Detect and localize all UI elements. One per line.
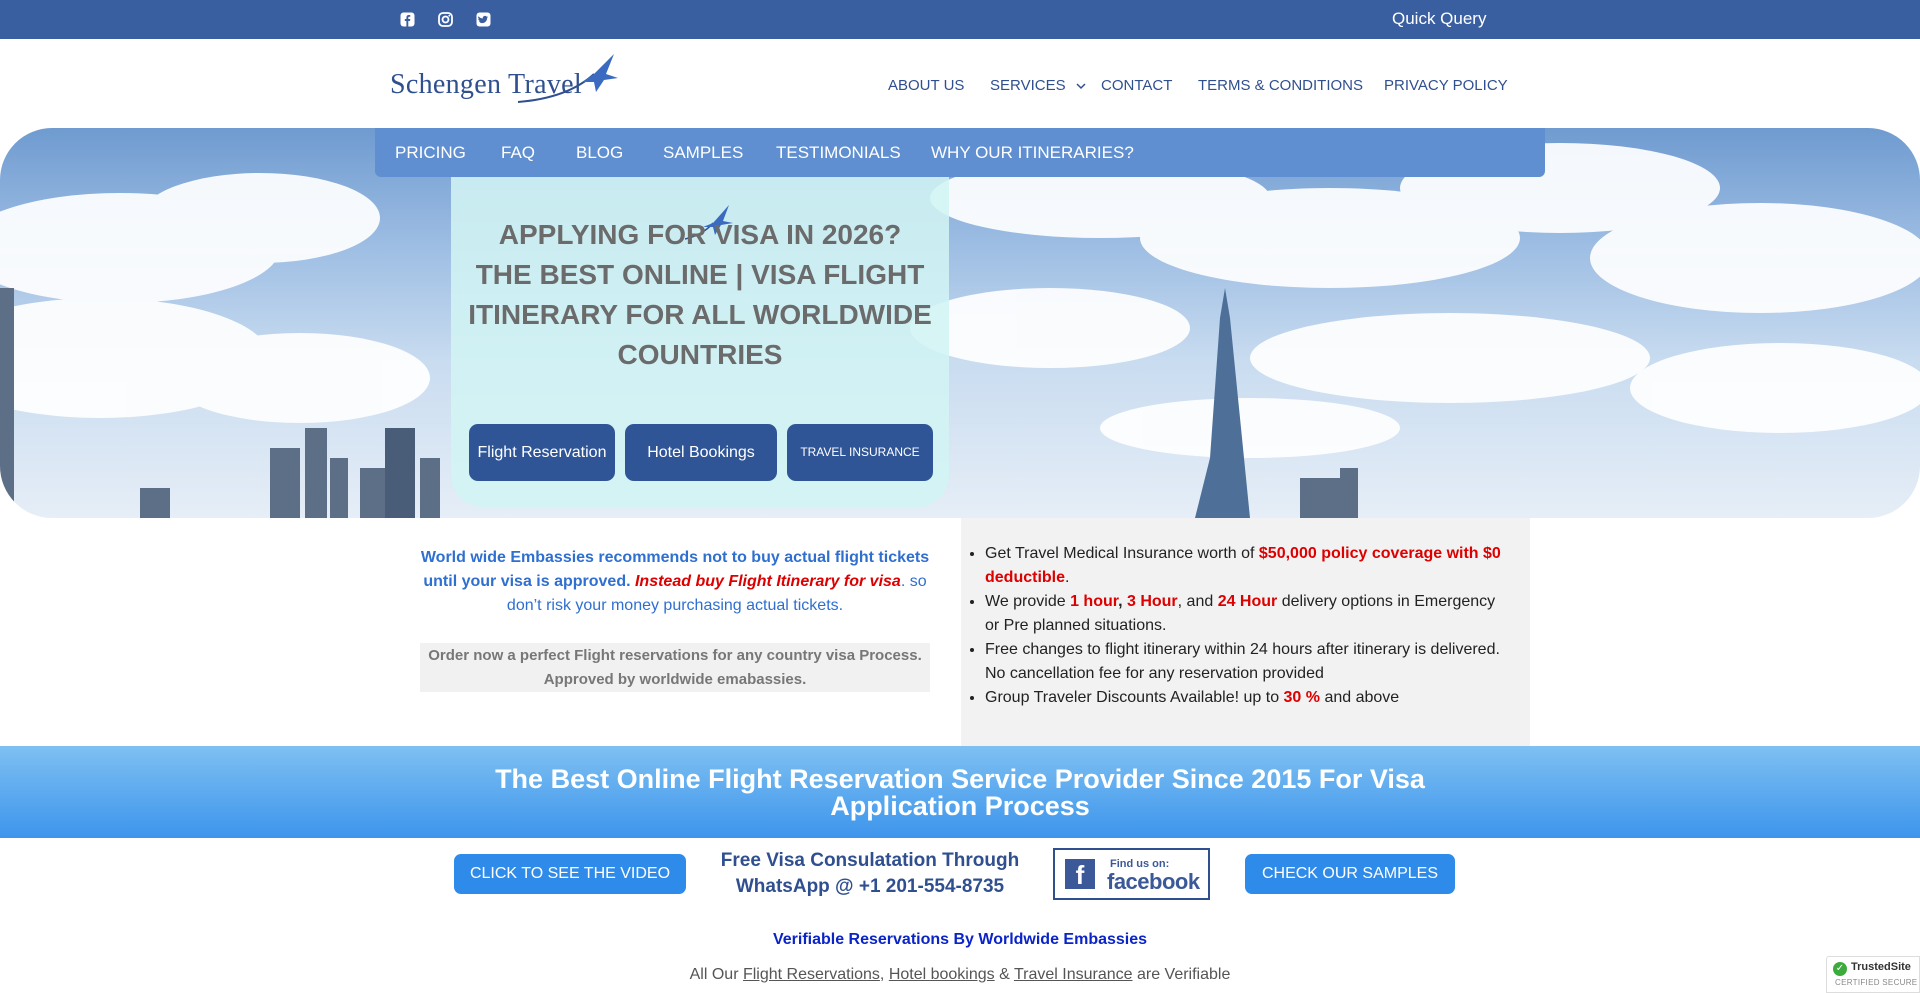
subnav-blog[interactable]: BLOG — [576, 143, 623, 163]
trustedsite-badge[interactable]: ✓ TrustedSite CERTIFIED SECURE — [1826, 956, 1920, 993]
separator: & — [994, 966, 1014, 983]
embassy-notice: World wide Embassies recommends not to b… — [420, 546, 930, 618]
travel-insurance-button[interactable]: TRAVEL INSURANCE — [787, 424, 933, 481]
order-now-box: Order now a perfect Flight reservations … — [420, 643, 930, 692]
plane-logo-icon — [517, 54, 618, 103]
order-line-2: Approved by worldwide emabassies. — [543, 671, 807, 688]
whatsapp-line-1: Free Visa Consulatation Through — [720, 850, 1020, 871]
facebook-icon[interactable] — [398, 10, 416, 28]
twitter-icon[interactable] — [474, 10, 492, 28]
benefit-highlight: 30 % — [1283, 689, 1320, 706]
verifiable-line: All Our Flight Reservations, Hotel booki… — [0, 966, 1920, 984]
nav-terms[interactable]: TERMS & CONDITIONS — [1198, 77, 1363, 94]
watch-video-button[interactable]: CLICK TO SEE THE VIDEO — [454, 854, 686, 894]
secondary-nav: PRICING FAQ BLOG SAMPLES TESTIMONIALS WH… — [375, 128, 1545, 177]
benefit-free-changes: Free changes to flight itinerary within … — [985, 638, 1511, 686]
hotel-bookings-link[interactable]: Hotel bookings — [889, 966, 995, 983]
subnav-testimonials[interactable]: TESTIMONIALS — [776, 143, 901, 163]
benefit-delivery: We provide 1 hour, 3 Hour, and 24 Hour d… — [985, 590, 1511, 638]
benefit-group-discount: Group Traveler Discounts Available! up t… — [985, 686, 1511, 710]
trustedsite-sub: CERTIFIED SECURE — [1835, 978, 1918, 987]
verifiable-text: All Our — [689, 966, 743, 983]
benefit-text: , — [1118, 593, 1127, 610]
trustedsite-name: TrustedSite — [1851, 961, 1911, 973]
nav-contact[interactable]: CONTACT — [1101, 77, 1172, 94]
benefits-list: Get Travel Medical Insurance worth of $5… — [961, 542, 1511, 710]
service-banner: The Best Online Flight Reservation Servi… — [0, 746, 1920, 838]
subnav-why-itineraries[interactable]: WHY OUR ITINERARIES? — [931, 143, 1134, 163]
benefit-text: and above — [1320, 689, 1400, 706]
benefit-text: Get Travel Medical Insurance worth of — [985, 545, 1259, 562]
benefit-highlight: 24 Hour — [1217, 593, 1278, 610]
benefit-insurance: Get Travel Medical Insurance worth of $5… — [985, 542, 1511, 590]
benefit-text: , and — [1177, 593, 1218, 610]
subnav-samples[interactable]: SAMPLES — [663, 143, 743, 163]
order-line-1: Order now a perfect Flight reservations … — [428, 647, 922, 664]
skyline-image — [0, 143, 1920, 518]
verifiable-heading: Verifiable Reservations By Worldwide Emb… — [772, 931, 1148, 948]
quick-query-link[interactable]: Quick Query — [1392, 9, 1486, 29]
hotel-bookings-button[interactable]: Hotel Bookings — [625, 424, 777, 481]
travel-insurance-link[interactable]: Travel Insurance — [1014, 966, 1133, 983]
hero-title: APPLYING FOR VISA IN 2026? THE BEST ONLI… — [463, 215, 937, 375]
whatsapp-consultation[interactable]: Free Visa Consulatation Through WhatsApp… — [700, 848, 1040, 900]
nav-services-label: SERVICES — [990, 77, 1066, 94]
benefit-text: . — [1065, 569, 1070, 586]
hero-card: APPLYING FOR VISA IN 2026? THE BEST ONLI… — [451, 177, 949, 507]
embassy-notice-highlight: Instead buy Flight Itinerary for visa — [634, 573, 901, 590]
top-bar: Quick Query — [0, 0, 1920, 39]
facebook-badge[interactable]: f Find us on: facebook — [1053, 848, 1210, 900]
benefit-text: We provide — [985, 593, 1071, 610]
instagram-icon[interactable] — [436, 10, 454, 28]
hero-banner — [0, 128, 1920, 518]
subnav-pricing[interactable]: PRICING — [395, 143, 466, 163]
benefit-highlight: 3 Hour — [1126, 593, 1178, 610]
facebook-wordmark: facebook — [1107, 869, 1200, 894]
facebook-f-icon: f — [1065, 859, 1095, 890]
hero-title-line1: APPLYING FOR VISA IN 2026? — [498, 219, 902, 250]
hero-title-rest: THE BEST ONLINE | VISA FLIGHT ITINERARY … — [468, 259, 932, 370]
banner-title: The Best Online Flight Reservation Servi… — [495, 764, 1425, 821]
flight-reservations-link[interactable]: Flight Reservations — [743, 966, 880, 983]
chevron-down-icon — [1076, 83, 1086, 90]
separator: , — [879, 966, 889, 983]
logo[interactable]: Schengen Travel — [390, 52, 618, 106]
flight-reservation-button[interactable]: Flight Reservation — [469, 424, 615, 481]
benefits-panel: Get Travel Medical Insurance worth of $5… — [961, 518, 1530, 746]
check-icon: ✓ — [1833, 962, 1847, 976]
verifiable-text: are Verifiable — [1132, 966, 1231, 983]
benefit-highlight: 1 hour — [1070, 593, 1119, 610]
nav-about-us[interactable]: ABOUT US — [888, 77, 964, 94]
nav-services[interactable]: SERVICES — [990, 77, 1086, 94]
nav-privacy[interactable]: PRIVACY POLICY — [1384, 77, 1508, 94]
check-samples-button[interactable]: CHECK OUR SAMPLES — [1245, 854, 1455, 894]
whatsapp-line-2: WhatsApp @ +1 201-554-8735 — [735, 876, 1005, 897]
subnav-faq[interactable]: FAQ — [501, 143, 535, 163]
benefit-text: Group Traveler Discounts Available! up t… — [985, 689, 1284, 706]
